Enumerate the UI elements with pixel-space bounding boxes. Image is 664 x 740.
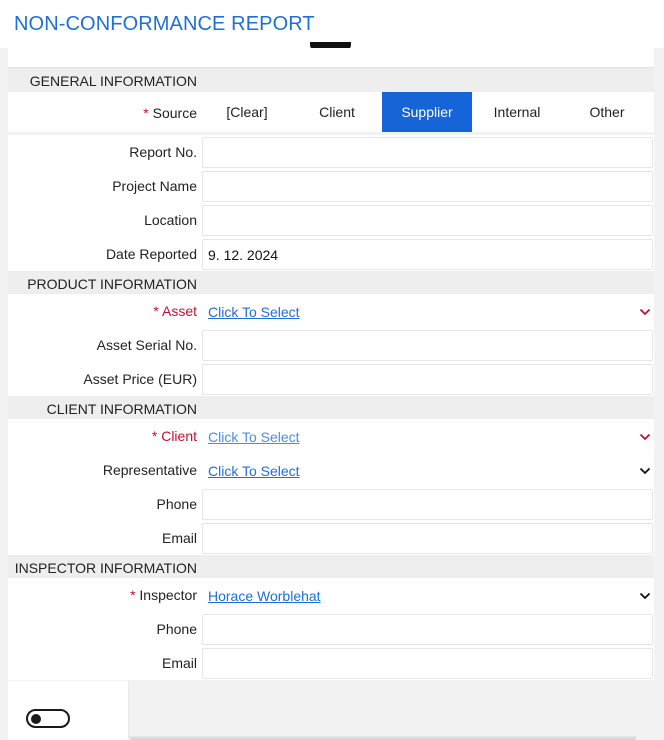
asset-row: * Asset Click To Select <box>8 294 654 328</box>
client-email-label: Email <box>161 530 197 546</box>
inspector-select[interactable]: Horace Worblehat <box>202 580 653 611</box>
asset-serial-row: Asset Serial No. <box>8 328 654 362</box>
client-phone-row: Phone <box>8 487 654 521</box>
source-label: * Source <box>143 105 197 121</box>
toggle-switch[interactable] <box>26 709 70 728</box>
asset-price-input[interactable] <box>202 364 653 395</box>
inspector-phone-row: Phone <box>8 612 654 646</box>
bottom-toggle-card <box>8 681 129 740</box>
source-option-internal[interactable]: Internal <box>472 92 562 132</box>
source-option-clear[interactable]: [Clear] <box>202 92 292 132</box>
section-heading: PRODUCT INFORMATION <box>27 276 197 292</box>
date-reported-row: Date Reported 9. 12. 2024 <box>8 237 654 271</box>
page-title: NON-CONFORMANCE REPORT <box>14 13 315 35</box>
source-row: * Source [Clear] Client Supplier Interna… <box>8 92 654 132</box>
chevron-down-icon[interactable] <box>639 306 651 318</box>
asset-serial-label: Asset Serial No. <box>96 337 197 353</box>
asset-select[interactable]: Click To Select <box>202 296 653 327</box>
section-general-information: GENERAL INFORMATION <box>8 68 654 92</box>
report-no-input[interactable] <box>202 137 653 168</box>
chevron-down-icon[interactable] <box>639 590 651 602</box>
representative-row: Representative Click To Select <box>8 453 654 487</box>
required-marker: * <box>143 105 149 121</box>
required-marker: * <box>151 428 158 444</box>
client-select-link[interactable]: Click To Select <box>208 429 300 445</box>
collapsed-panel-strip <box>8 48 654 68</box>
section-client-information: CLIENT INFORMATION <box>8 396 654 420</box>
project-name-input[interactable] <box>202 171 653 202</box>
date-reported-label: Date Reported <box>105 246 197 262</box>
source-label-text: Source <box>152 105 197 121</box>
inspector-row: * Inspector Horace Worblehat <box>8 578 654 612</box>
source-segmented-control: [Clear] Client Supplier Internal Other <box>202 92 654 132</box>
section-heading: CLIENT INFORMATION <box>46 401 197 417</box>
client-phone-input[interactable] <box>202 489 653 520</box>
location-row: Location <box>8 203 654 237</box>
project-name-label: Project Name <box>112 178 197 194</box>
date-reported-input[interactable]: 9. 12. 2024 <box>202 239 653 270</box>
project-name-row: Project Name <box>8 169 654 203</box>
client-phone-label: Phone <box>156 496 197 512</box>
toggle-knob <box>31 714 41 724</box>
required-marker: * <box>130 587 136 603</box>
top-bar: NON-CONFORMANCE REPORT <box>0 0 664 50</box>
client-email-input[interactable] <box>202 523 653 554</box>
asset-label: * Asset <box>153 303 197 319</box>
inspector-email-row: Email <box>8 646 654 680</box>
client-email-row: Email <box>8 521 654 555</box>
report-no-label: Report No. <box>129 144 197 160</box>
section-heading: INSPECTOR INFORMATION <box>14 560 197 576</box>
inspector-phone-label: Phone <box>156 621 197 637</box>
representative-select-link[interactable]: Click To Select <box>208 463 300 479</box>
asset-label-text: Asset <box>161 303 197 319</box>
report-no-row: Report No. <box>8 135 654 169</box>
inspector-email-input[interactable] <box>202 648 653 679</box>
chevron-down-icon[interactable] <box>639 465 651 477</box>
source-option-other[interactable]: Other <box>562 92 652 132</box>
inspector-email-label: Email <box>161 655 197 671</box>
representative-label: Representative <box>102 462 197 478</box>
client-label-text: Client <box>161 428 197 444</box>
location-input[interactable] <box>202 205 653 236</box>
client-select[interactable]: Click To Select <box>202 421 653 452</box>
inspector-label: * Inspector <box>130 587 197 603</box>
inspector-label-text: Inspector <box>139 587 197 603</box>
section-inspector-information: INSPECTOR INFORMATION <box>8 555 654 579</box>
required-marker: * <box>153 303 159 319</box>
asset-serial-input[interactable] <box>202 330 653 361</box>
location-label: Location <box>144 212 197 228</box>
client-label: * Client <box>152 428 197 444</box>
source-option-supplier[interactable]: Supplier <box>382 92 472 132</box>
asset-price-label: Asset Price (EUR) <box>83 371 197 387</box>
asset-select-link[interactable]: Click To Select <box>208 304 300 320</box>
source-option-client[interactable]: Client <box>292 92 382 132</box>
bottom-sheet-edge <box>129 736 637 740</box>
section-product-information: PRODUCT INFORMATION <box>8 271 654 295</box>
asset-price-row: Asset Price (EUR) <box>8 362 654 396</box>
chevron-down-icon[interactable] <box>639 431 651 443</box>
date-reported-value: 9. 12. 2024 <box>208 247 279 263</box>
inspector-select-link[interactable]: Horace Worblehat <box>208 588 321 604</box>
section-heading: GENERAL INFORMATION <box>29 73 197 89</box>
inspector-phone-input[interactable] <box>202 614 653 645</box>
client-row: * Client Click To Select <box>8 419 654 453</box>
representative-select[interactable]: Click To Select <box>202 455 653 486</box>
